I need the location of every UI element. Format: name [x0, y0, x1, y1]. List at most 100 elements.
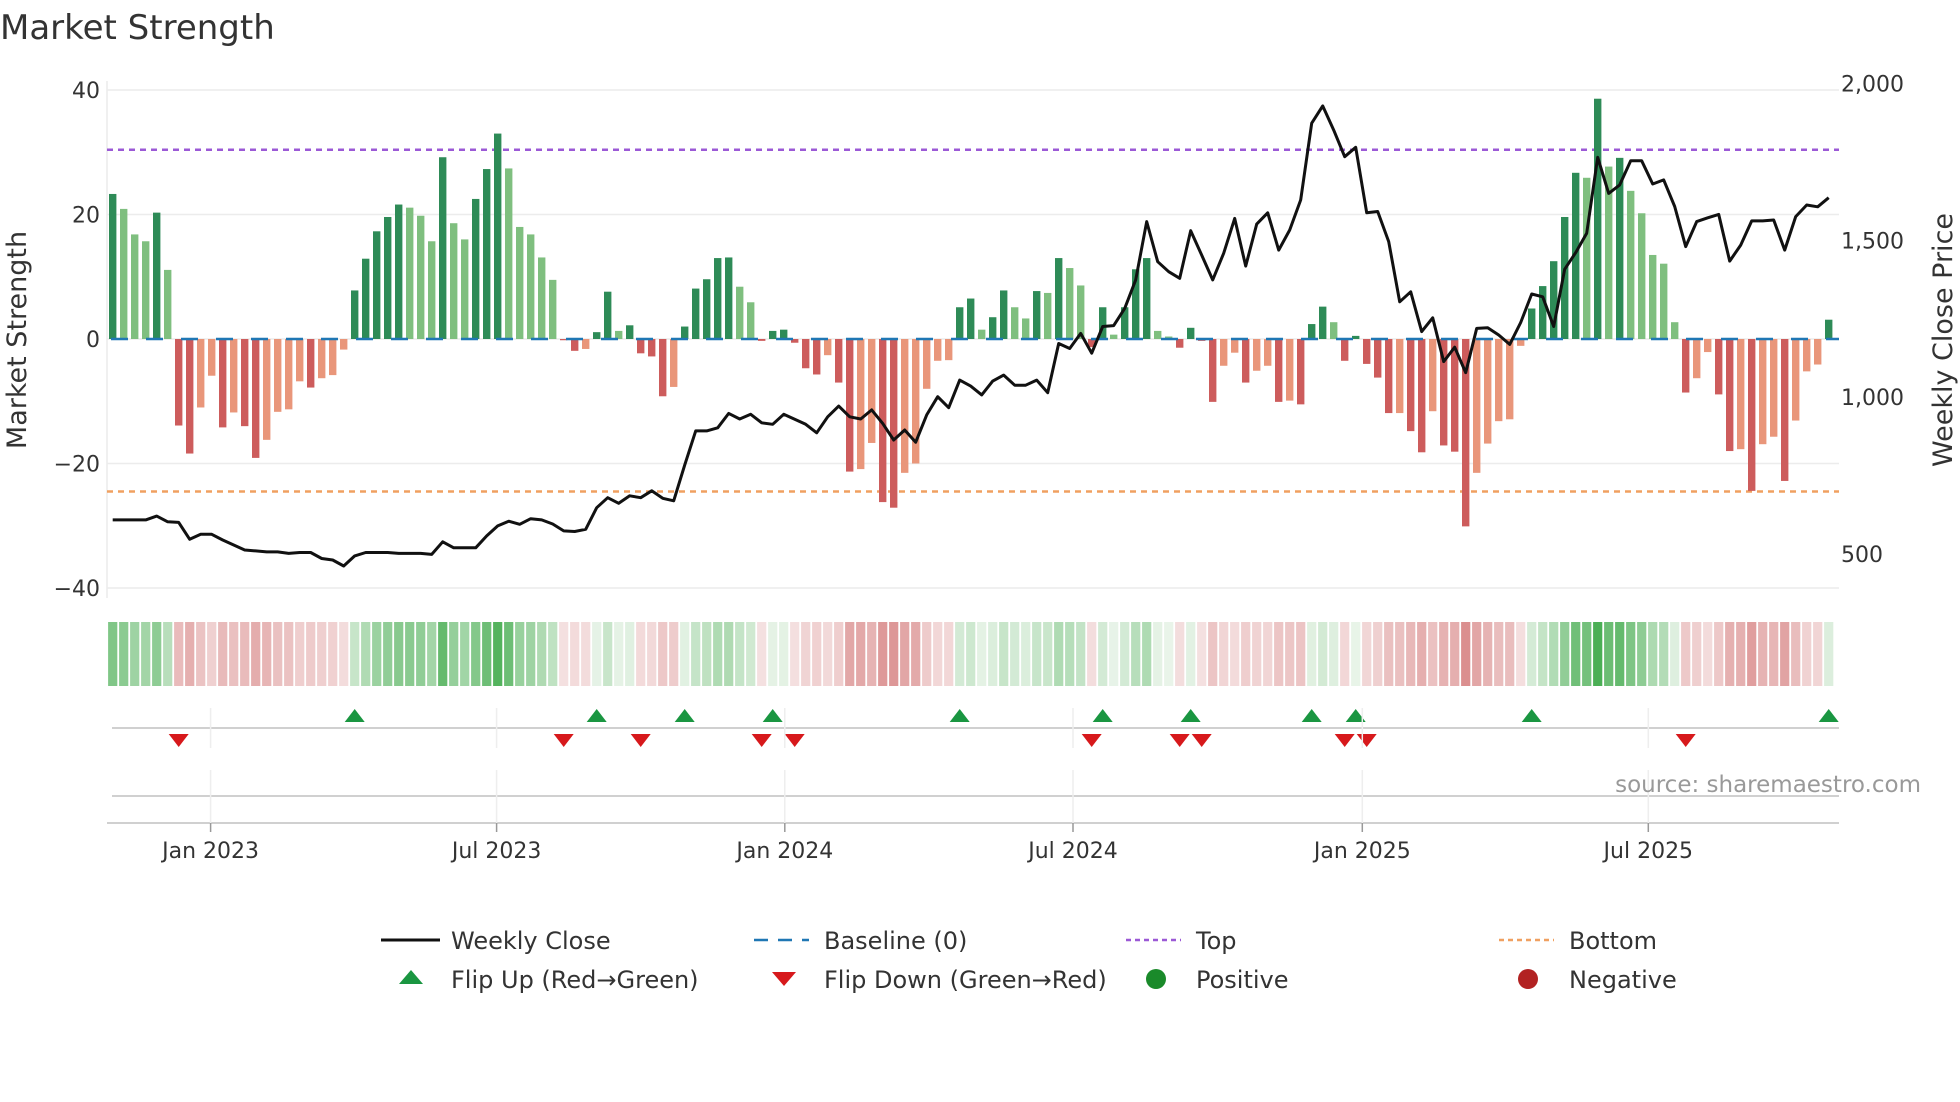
strip-cell — [1747, 622, 1757, 686]
strength-bar — [109, 193, 117, 339]
strip-cell — [339, 622, 349, 686]
strength-bar — [1352, 335, 1360, 339]
strength-bar — [439, 157, 447, 339]
strength-bar — [1484, 339, 1492, 444]
strip-cell — [1373, 622, 1383, 686]
strip-cell — [504, 622, 514, 686]
strip-cell — [1824, 622, 1834, 686]
strip-cell — [174, 622, 184, 686]
strength-bar — [1814, 339, 1822, 365]
strip-cell — [251, 622, 261, 686]
strength-bar — [142, 241, 150, 339]
strength-bar — [1473, 339, 1481, 473]
x-tick-label: Jan 2023 — [160, 839, 259, 864]
strength-bar — [1374, 339, 1382, 378]
strength-bar — [1220, 339, 1228, 366]
flip-up-marker — [586, 709, 607, 722]
strength-bar — [1055, 258, 1063, 339]
legend-bottom: Bottom — [1569, 927, 1657, 955]
strength-bar — [1770, 339, 1778, 437]
strip-cell — [1736, 622, 1746, 686]
strip-cell — [1098, 622, 1108, 686]
strength-bar — [131, 234, 139, 339]
strip-cell — [1813, 622, 1823, 686]
source-label: source: sharemaestro.com — [1615, 772, 1921, 798]
strip-cell — [1582, 622, 1592, 686]
strength-bar — [538, 257, 546, 339]
strip-cell — [636, 622, 646, 686]
strength-bar — [263, 339, 271, 440]
strength-bar — [758, 339, 766, 341]
flip-down-marker — [1675, 734, 1696, 747]
strip-cell — [383, 622, 393, 686]
strip-cell — [119, 622, 129, 686]
strength-bar — [483, 169, 491, 339]
strip-cell — [1296, 622, 1306, 686]
strip-cell — [1637, 622, 1647, 686]
left-axis-ticks: 40 20 0 −20 −40 — [54, 79, 100, 602]
strip-cell — [691, 622, 701, 686]
strip-cell — [1450, 622, 1460, 686]
strip-cell — [757, 622, 767, 686]
strip-cell — [1494, 622, 1504, 686]
strength-bar — [1638, 213, 1646, 339]
strength-bar — [1330, 322, 1338, 339]
strength-bar — [395, 204, 403, 339]
strength-bar — [373, 231, 381, 339]
strip-cell — [196, 622, 206, 686]
flip-down-marker — [168, 734, 189, 747]
strip-cell — [1087, 622, 1097, 686]
strip-cell — [614, 622, 624, 686]
x-tick-label: Jan 2024 — [734, 839, 833, 864]
flip-down-marker — [1334, 734, 1355, 747]
strip-cell — [702, 622, 712, 686]
flip-up-marker — [1521, 709, 1542, 722]
strength-bar — [1154, 330, 1162, 339]
flip-up-marker — [949, 709, 970, 722]
strength-bar — [923, 339, 931, 389]
strip-cell — [1285, 622, 1295, 686]
strip-cell — [460, 622, 470, 686]
strength-bar — [1319, 306, 1327, 339]
strength-bar — [670, 339, 678, 387]
strip-cell — [515, 622, 525, 686]
strength-bar — [384, 216, 392, 339]
strength-bar — [1528, 308, 1536, 339]
strip-cell — [999, 622, 1009, 686]
strip-cell — [856, 622, 866, 686]
strength-bar — [219, 339, 227, 428]
strip-cell — [1483, 622, 1493, 686]
strength-bar — [340, 339, 348, 350]
strength-bar — [1363, 339, 1371, 364]
strength-bar — [637, 339, 645, 354]
strip-cell — [1439, 622, 1449, 686]
strength-bar — [802, 339, 810, 369]
strength-bar — [626, 325, 634, 339]
strip-cell — [1648, 622, 1658, 686]
strength-bar — [1759, 339, 1767, 445]
y-tick-label: −20 — [54, 453, 100, 478]
strength-bar — [450, 223, 458, 339]
strength-bar — [175, 339, 183, 426]
strip-cell — [1164, 622, 1174, 686]
y2-tick-label: 500 — [1841, 543, 1883, 568]
y-tick-label: 0 — [86, 328, 100, 353]
strip-cell — [108, 622, 118, 686]
strength-bar — [912, 339, 920, 464]
strength-bar — [1539, 286, 1547, 339]
strip-cell — [1274, 622, 1284, 686]
flip-up-marker — [1818, 709, 1839, 722]
strip-cell — [1505, 622, 1515, 686]
strip-cell — [669, 622, 679, 686]
strip-cell — [207, 622, 217, 686]
strip-cell — [218, 622, 228, 686]
strip-cell — [1791, 622, 1801, 686]
strip-cell — [548, 622, 558, 686]
strip-cell — [1549, 622, 1559, 686]
flip-down-marker — [1169, 734, 1190, 747]
strength-bar — [1187, 327, 1195, 339]
strength-bar — [1077, 285, 1085, 339]
strength-bar — [604, 291, 612, 339]
strength-bar — [1341, 339, 1349, 361]
strength-bar — [1044, 292, 1052, 339]
